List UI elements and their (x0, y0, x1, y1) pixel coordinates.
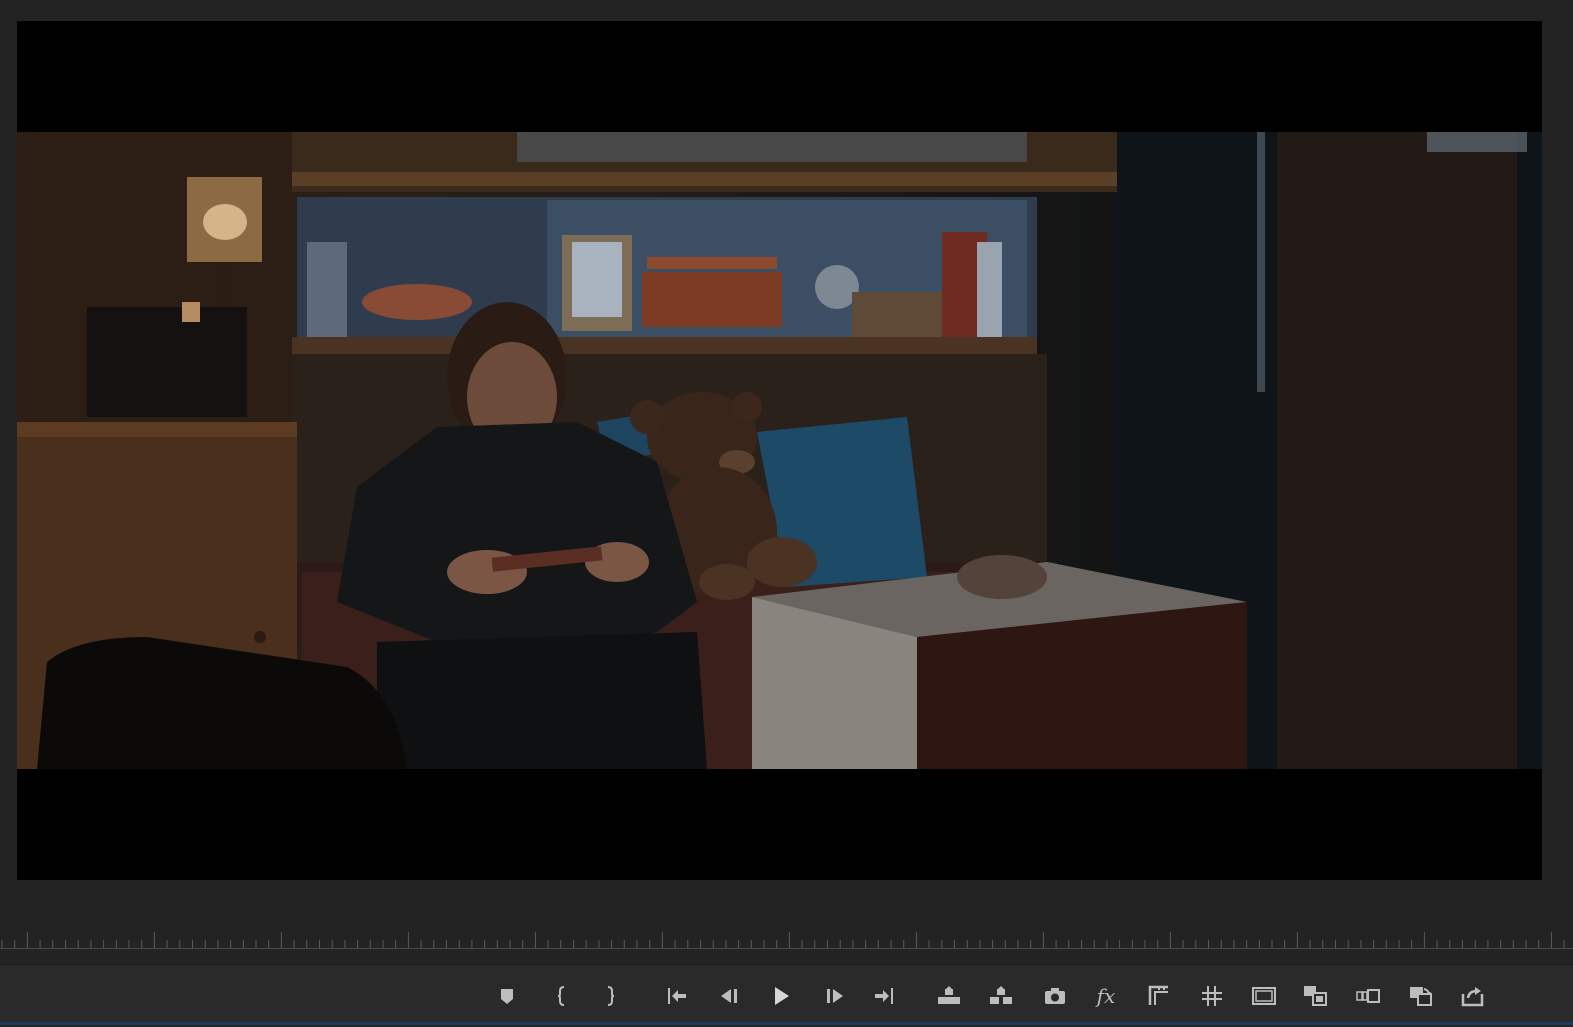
go-to-out-button[interactable] (867, 979, 901, 1013)
ruler-ticks (1, 932, 1565, 948)
show-frame-button[interactable] (1247, 979, 1281, 1013)
panel-focus-border (0, 1022, 1573, 1025)
add-marker-button[interactable] (490, 979, 524, 1013)
mark-in-icon (557, 986, 565, 1006)
proxy-toggle-icon (1410, 987, 1432, 1006)
extract-button[interactable] (984, 979, 1018, 1013)
mark-out-button[interactable] (593, 979, 627, 1013)
export-icon (1461, 987, 1484, 1007)
export-frame-button[interactable] (1038, 979, 1072, 1013)
play-icon (775, 987, 789, 1005)
step-back-icon (721, 989, 737, 1003)
mark-in-button[interactable] (545, 979, 579, 1013)
mark-out-icon (607, 986, 615, 1006)
comparison-icon (1356, 989, 1380, 1003)
toggle-proxies-button[interactable] (1404, 979, 1438, 1013)
grid-icon (1202, 986, 1222, 1006)
step-forward-button[interactable] (818, 979, 852, 1013)
safe-margins-icon (1148, 985, 1168, 1005)
lift-button[interactable] (932, 979, 966, 1013)
video-frame (17, 132, 1542, 769)
go-to-in-button[interactable] (660, 979, 694, 1013)
camera-icon (1045, 988, 1065, 1004)
extract-icon (990, 986, 1012, 1004)
safe-margins-button[interactable] (1142, 979, 1176, 1013)
go-to-out-icon (875, 988, 893, 1004)
program-monitor-viewer[interactable] (17, 21, 1542, 880)
multicam-icon (1304, 986, 1327, 1006)
fx-icon: fx (1096, 984, 1116, 1008)
time-ruler[interactable] (0, 926, 1573, 950)
export-button[interactable] (1456, 979, 1490, 1013)
grid-button[interactable] (1195, 979, 1229, 1013)
comparison-view-button[interactable] (1351, 979, 1385, 1013)
play-button[interactable] (764, 979, 798, 1013)
ruler-baseline (0, 948, 1573, 949)
scene-illustration (17, 132, 1542, 769)
multi-camera-button[interactable] (1298, 979, 1332, 1013)
lift-icon (938, 986, 960, 1004)
transport-controls: fx (0, 964, 1573, 1025)
step-forward-icon (827, 989, 843, 1003)
frame-icon (1252, 987, 1276, 1005)
marker-icon (501, 989, 513, 1004)
effects-button[interactable]: fx (1089, 979, 1123, 1013)
step-back-button[interactable] (712, 979, 746, 1013)
go-to-in-icon (668, 988, 686, 1004)
